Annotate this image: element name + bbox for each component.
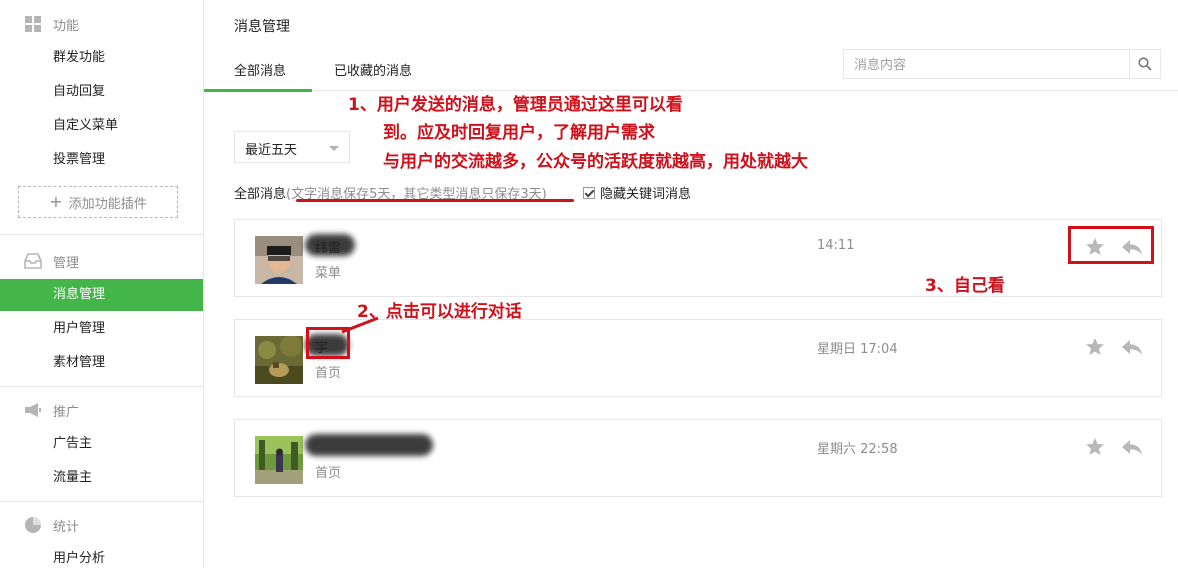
sidebar-section-promote: 推广: [0, 396, 203, 424]
page-title: 消息管理: [234, 19, 290, 35]
hide-keyword-label: 隐藏关键词消息: [600, 187, 692, 202]
sidebar-section-title: 推广: [53, 404, 80, 420]
sidebar-section-title: 功能: [53, 18, 80, 34]
search-box: [843, 49, 1161, 80]
sidebar-item-messages[interactable]: 消息管理: [0, 279, 203, 311]
plus-icon: +: [49, 192, 63, 211]
sidebar-section-title: 统计: [53, 519, 80, 535]
message-item[interactable]: 首页 星期六 22:58: [234, 419, 1162, 497]
add-plugin-label: 添加功能插件: [68, 196, 147, 212]
message-time: 星期日 17:04: [817, 342, 898, 357]
checkbox-checked-icon: [583, 186, 595, 199]
message-source: 菜单: [315, 266, 342, 281]
search-button[interactable]: [1129, 50, 1160, 78]
pie-chart-icon: [25, 517, 41, 533]
annotation-note-1-line-2: 到。应及时回复用户，了解用户需求: [383, 123, 655, 143]
sidebar-item-materials[interactable]: 素材管理: [0, 347, 203, 379]
annotation-underline: [296, 199, 574, 202]
sidebar-section-function: 功能: [0, 10, 203, 38]
date-range-value: 最近五天: [245, 143, 298, 158]
annotation-note-2: 2、点击可以进行对话: [357, 302, 522, 322]
sidebar-section-manage: 管理: [0, 247, 203, 275]
avatar[interactable]: [255, 336, 303, 384]
sidebar-divider: [0, 386, 203, 387]
hide-keyword-checkbox[interactable]: 隐藏关键词消息: [583, 183, 691, 202]
sidebar-divider: [0, 501, 203, 502]
sidebar-item-vote[interactable]: 投票管理: [0, 144, 203, 176]
sidebar-item-custom-menu[interactable]: 自定义菜单: [0, 110, 203, 142]
annotation-note-1-line-1: 1、用户发送的消息，管理员通过这里可以看: [348, 95, 683, 115]
sidebar-section-title: 管理: [53, 255, 80, 271]
sidebar-section-stats: 统计: [0, 511, 203, 539]
megaphone-icon: [25, 403, 41, 417]
search-icon: [1138, 57, 1152, 71]
avatar[interactable]: [255, 236, 303, 284]
sender-name[interactable]: 纬雷: [315, 237, 341, 256]
date-range-select[interactable]: 最近五天: [234, 131, 350, 163]
add-plugin-button[interactable]: + 添加功能插件: [18, 186, 178, 218]
avatar[interactable]: [255, 436, 303, 484]
message-source: 首页: [315, 466, 342, 481]
sidebar-item-mass-send[interactable]: 群发功能: [0, 42, 203, 74]
active-tab-indicator: [204, 89, 312, 92]
filter-label: 全部消息: [234, 187, 287, 202]
message-item[interactable]: 纬雷 菜单 14:11: [234, 219, 1162, 297]
inbox-icon: [24, 253, 42, 269]
message-time: 14:11: [817, 238, 855, 253]
sidebar-item-publisher[interactable]: 流量主: [0, 462, 203, 494]
annotation-highlight-actions: [1068, 226, 1154, 264]
annotation-note-3: 3、自己看: [925, 276, 1005, 296]
message-time: 星期六 22:58: [817, 442, 898, 457]
annotation-note-1-line-3: 与用户的交流越多，公众号的活跃度就越高，用处就越大: [383, 152, 808, 172]
sidebar-divider: [0, 234, 203, 235]
search-input[interactable]: [844, 50, 1141, 80]
reply-icon[interactable]: [1121, 337, 1143, 357]
reply-icon[interactable]: [1121, 437, 1143, 457]
star-icon[interactable]: [1085, 437, 1105, 457]
tab-starred-messages[interactable]: 已收藏的消息: [334, 60, 412, 79]
sidebar-item-auto-reply[interactable]: 自动回复: [0, 76, 203, 108]
star-icon[interactable]: [1085, 337, 1105, 357]
sidebar-item-users[interactable]: 用户管理: [0, 313, 203, 345]
tab-all-messages[interactable]: 全部消息: [234, 60, 286, 79]
message-source: 首页: [315, 366, 342, 381]
chevron-down-icon: [329, 146, 339, 151]
sidebar: 功能 群发功能 自动回复 自定义菜单 投票管理 + 添加功能插件 管理 消息管理…: [0, 0, 204, 568]
sidebar-item-user-analysis[interactable]: 用户分析: [0, 543, 203, 575]
grid-icon: [25, 16, 41, 32]
sidebar-item-advertiser[interactable]: 广告主: [0, 428, 203, 460]
name-redaction: [305, 434, 433, 456]
